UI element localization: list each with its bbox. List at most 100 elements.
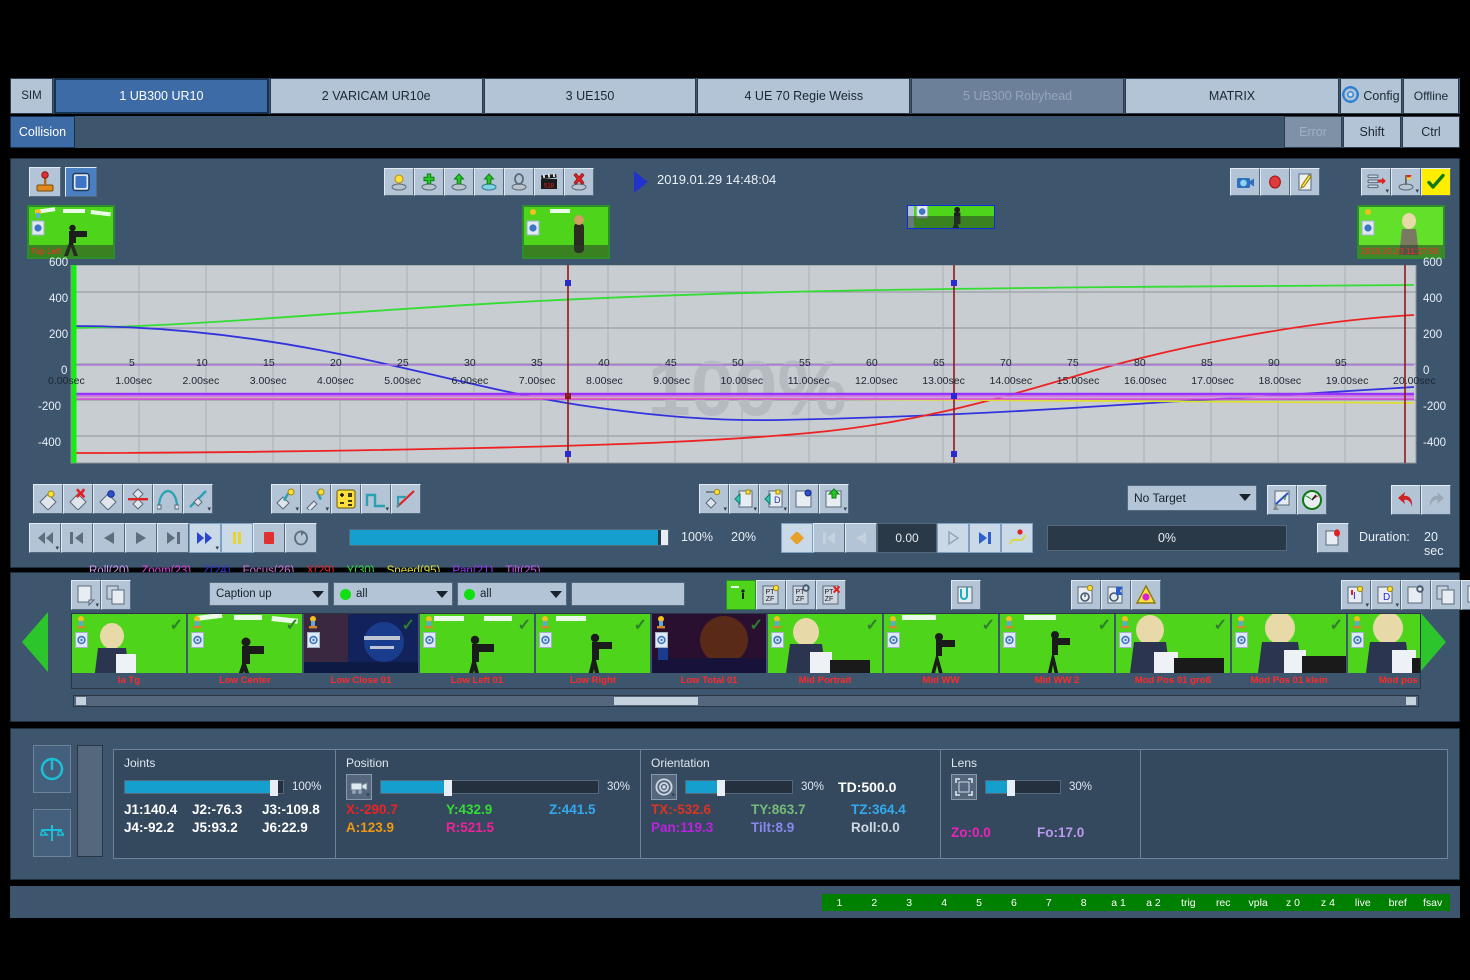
tab-config[interactable]: Config: [1340, 78, 1402, 114]
ramp-curve-icon[interactable]: [391, 484, 421, 514]
power-indicator-icon[interactable]: [33, 745, 71, 793]
marker-icon[interactable]: [1317, 523, 1349, 553]
paste-blue-icon[interactable]: [789, 484, 819, 514]
tab-offline[interactable]: Offline: [1403, 78, 1459, 114]
play-forward-icon[interactable]: [125, 523, 157, 553]
scrollbar-thumb[interactable]: [614, 697, 698, 705]
status-item[interactable]: z 0: [1276, 897, 1311, 909]
joystick-flag-icon[interactable]: ▾: [1391, 168, 1421, 196]
tab-matrix[interactable]: MATRIX: [1125, 78, 1339, 114]
side-scroll-pane[interactable]: [77, 745, 103, 857]
next-keyframe-icon[interactable]: [969, 523, 1001, 553]
time-value-field[interactable]: 0.00: [877, 523, 937, 553]
tab-sim[interactable]: SIM: [10, 78, 53, 114]
status-item[interactable]: 3: [892, 897, 927, 909]
status-item[interactable]: bref: [1380, 897, 1415, 909]
shot-thumbnail[interactable]: ✓Mid WW: [884, 614, 1000, 688]
ptzf-settings-icon[interactable]: PTZF: [786, 580, 816, 610]
fast-forward-icon[interactable]: ▾: [189, 523, 221, 553]
target-orientation-icon[interactable]: ▾: [651, 774, 677, 800]
status-item[interactable]: a 1: [1101, 897, 1136, 909]
curve-linear-icon[interactable]: ▾: [183, 484, 213, 514]
redo-icon[interactable]: [1421, 485, 1451, 515]
clapperboard-icon[interactable]: 518: [534, 168, 564, 196]
keyframe-insert-icon[interactable]: [474, 168, 504, 196]
keyframe-up-icon[interactable]: [444, 168, 474, 196]
confirm-check-icon[interactable]: [1421, 168, 1451, 196]
position-slider[interactable]: [380, 780, 599, 794]
camera-blue-icon[interactable]: [1230, 168, 1260, 196]
browser-horizontal-scrollbar[interactable]: [73, 695, 1419, 707]
shot-copy-icon[interactable]: [1401, 580, 1431, 610]
play-back-icon[interactable]: [845, 523, 877, 553]
velocity-graph-icon[interactable]: v: [1267, 485, 1297, 515]
shot-thumbnail[interactable]: ✓Low Left 01: [420, 614, 536, 688]
prev-page-arrow[interactable]: [17, 605, 53, 679]
speed-slider[interactable]: [349, 529, 669, 546]
tab-ue70-regie-weiss[interactable]: 4 UE 70 Regie Weiss: [697, 78, 910, 114]
loop-icon[interactable]: [285, 523, 317, 553]
shot-thumbnail[interactable]: ✓Mid WW 2: [1000, 614, 1116, 688]
scroll-right-arrow[interactable]: [1406, 697, 1416, 705]
status-item[interactable]: 2: [857, 897, 892, 909]
tab-ub300-ur10[interactable]: 1 UB300 UR10: [54, 78, 269, 114]
collision-button[interactable]: Collision: [10, 116, 75, 148]
keyframe-thumbnail[interactable]: [522, 205, 610, 259]
copy-green-icon[interactable]: ▾: [729, 484, 759, 514]
pause-icon[interactable]: [221, 523, 253, 553]
caption-select[interactable]: Caption up: [209, 582, 329, 606]
mirror-icon[interactable]: [123, 484, 153, 514]
prev-keyframe-icon[interactable]: [813, 523, 845, 553]
filter-select-1[interactable]: all: [333, 582, 453, 606]
calculator-icon[interactable]: [331, 484, 361, 514]
shot-thumbnail[interactable]: ✓Mod Pos 01 groß: [1116, 614, 1232, 688]
new-shot-icon[interactable]: ▾: [71, 580, 101, 610]
goto-marker-icon[interactable]: [781, 523, 813, 553]
node-select-icon[interactable]: ▾: [699, 484, 729, 514]
curve-bezier-icon[interactable]: [153, 484, 183, 514]
clock-shot-icon[interactable]: [1071, 580, 1101, 610]
keyframe-pick-icon[interactable]: ▾: [271, 484, 301, 514]
step-back-icon[interactable]: [61, 523, 93, 553]
shot-thumbnail[interactable]: ✓Mod Pos 01 klein: [1232, 614, 1348, 688]
tab-varicam-ur10e[interactable]: 2 VARICAM UR10e: [270, 78, 483, 114]
shot-thumbnail[interactable]: ✓Low Close 01: [304, 614, 420, 688]
keyframe-delete-icon[interactable]: [564, 168, 594, 196]
step-curve-icon[interactable]: ▾: [361, 484, 391, 514]
ptzf-copy-icon[interactable]: PTZF: [756, 580, 786, 610]
keyframe-delete-red-icon[interactable]: [63, 484, 93, 514]
status-item[interactable]: 8: [1066, 897, 1101, 909]
clock-move-icon[interactable]: [1101, 580, 1131, 610]
rewind-all-icon[interactable]: ▾: [29, 523, 61, 553]
lens-focus-icon[interactable]: [951, 774, 977, 800]
status-item[interactable]: 5: [962, 897, 997, 909]
duplicate-shot-icon[interactable]: [101, 580, 131, 610]
joystick-icon[interactable]: [29, 167, 61, 197]
keyframe-add-icon[interactable]: [414, 168, 444, 196]
balance-icon[interactable]: [33, 809, 71, 857]
record-icon[interactable]: [1260, 168, 1290, 196]
undo-icon[interactable]: [1391, 485, 1421, 515]
ptzf-delete-icon[interactable]: PTZF: [816, 580, 846, 610]
screen-icon[interactable]: [65, 167, 97, 197]
orientation-slider[interactable]: [685, 780, 793, 794]
list-export-icon[interactable]: ▾: [1361, 168, 1391, 196]
keyframe-broom-icon[interactable]: ▾: [301, 484, 331, 514]
status-item[interactable]: a 2: [1136, 897, 1171, 909]
keyframe-thumbnail-selected[interactable]: [907, 205, 995, 229]
copy-d-icon[interactable]: D▾: [759, 484, 789, 514]
tab-ub300-robyhead[interactable]: 5 UB300 Robyhead: [911, 78, 1124, 114]
status-item[interactable]: fsav: [1415, 897, 1450, 909]
keyframe-blue-icon[interactable]: [93, 484, 123, 514]
ctrl-button[interactable]: Ctrl: [1402, 116, 1460, 148]
shot-thumbnail-strip[interactable]: ✓la Tg✓Low Center✓Low Close 01✓Low Left …: [71, 613, 1421, 689]
shot-i-icon[interactable]: I▾: [1341, 580, 1371, 610]
shot-thumbnail[interactable]: ✓Low Center: [188, 614, 304, 688]
keyframe-light-icon[interactable]: [384, 168, 414, 196]
filter-select-2[interactable]: all: [457, 582, 567, 606]
status-item[interactable]: 6: [996, 897, 1031, 909]
status-item[interactable]: rec: [1206, 897, 1241, 909]
tab-ue150[interactable]: 3 UE150: [484, 78, 697, 114]
shot-thumbnail[interactable]: ✓Mid Portrait: [768, 614, 884, 688]
status-item[interactable]: z 4: [1310, 897, 1345, 909]
